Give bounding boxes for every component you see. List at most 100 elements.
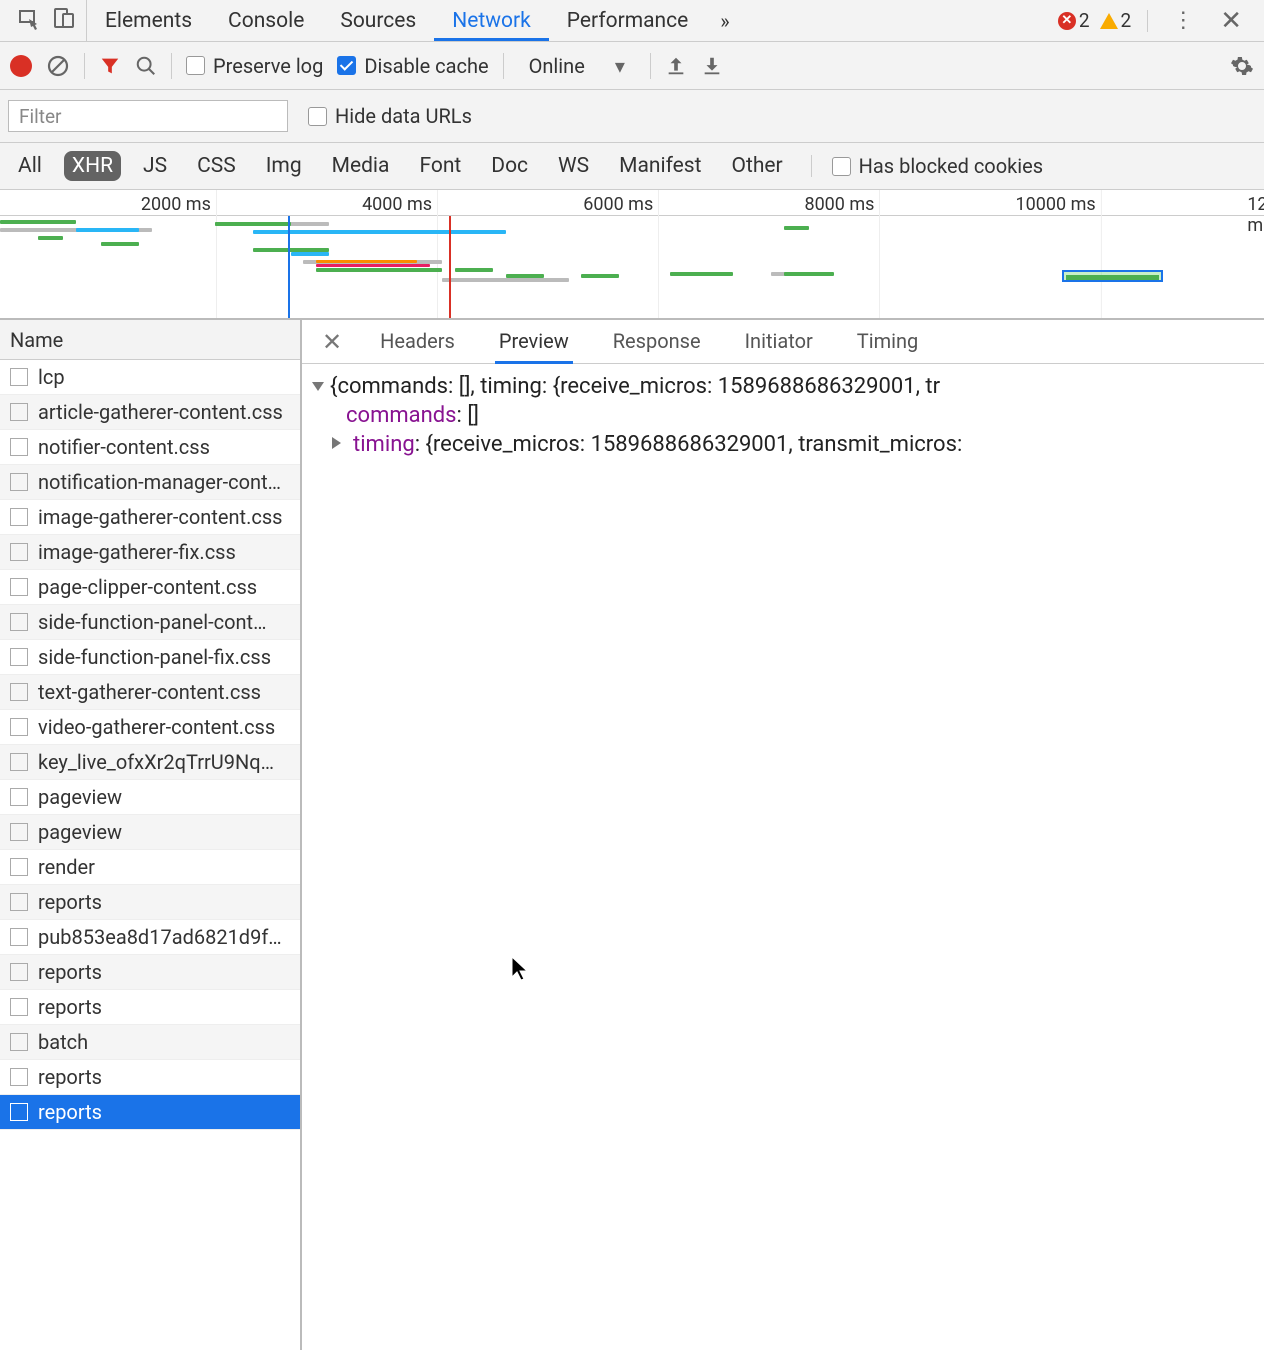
blocked-cookies-label: Has blocked cookies	[859, 154, 1043, 178]
type-filter-manifest[interactable]: Manifest	[611, 151, 709, 181]
detail-tab-preview[interactable]: Preview	[495, 319, 573, 364]
type-filter-ws[interactable]: WS	[550, 151, 597, 181]
throttle-value: Online	[529, 54, 585, 78]
type-filter-xhr[interactable]: XHR	[64, 151, 121, 181]
type-filter-css[interactable]: CSS	[189, 151, 244, 181]
request-row[interactable]: pageview	[0, 780, 300, 815]
request-row[interactable]: reports	[0, 955, 300, 990]
detail-tab-headers[interactable]: Headers	[376, 319, 459, 364]
detail-tab-initiator[interactable]: Initiator	[741, 319, 817, 364]
tabs-overflow-icon[interactable]: »	[706, 9, 743, 33]
type-filter-font[interactable]: Font	[411, 151, 469, 181]
request-list[interactable]: lcp article-gatherer-content.cssnotifier-…	[0, 360, 300, 1350]
detail-tab-response[interactable]: Response	[609, 319, 705, 364]
hide-data-urls-checkbox[interactable]: Hide data URLs	[308, 104, 472, 128]
filter-bar: Hide data URLs	[0, 90, 1264, 143]
file-icon	[10, 578, 28, 596]
preserve-log-checkbox[interactable]: Preserve log	[186, 54, 323, 78]
kebab-menu-icon[interactable]: ⋮	[1164, 8, 1202, 33]
device-toggle-icon[interactable]	[52, 6, 76, 35]
request-row[interactable]: lcp	[0, 360, 300, 395]
clear-icon[interactable]	[46, 54, 70, 78]
devtools-tabs-bar: ElementsConsoleSourcesNetworkPerformance…	[0, 0, 1264, 42]
file-icon	[10, 613, 28, 631]
timeline-tick: 6000 ms	[583, 194, 657, 215]
request-name: reports	[38, 890, 102, 914]
file-icon	[10, 893, 28, 911]
file-icon	[10, 683, 28, 701]
file-icon	[10, 403, 28, 421]
search-icon[interactable]	[135, 55, 157, 77]
request-name: image-gatherer-fix.css	[38, 540, 236, 564]
tab-network[interactable]: Network	[434, 0, 549, 41]
type-filter-all[interactable]: All	[10, 151, 50, 181]
file-icon	[10, 438, 28, 456]
request-row[interactable]: page-clipper-content.css	[0, 570, 300, 605]
disable-cache-checkbox[interactable]: Disable cache	[337, 54, 488, 78]
error-count-badge[interactable]: ✕2	[1058, 9, 1090, 32]
request-row[interactable]: pub853ea8d17ad6821d9f…	[0, 920, 300, 955]
filter-input[interactable]	[8, 100, 288, 132]
request-name: pageview	[38, 820, 122, 844]
type-filter-media[interactable]: Media	[324, 151, 398, 181]
tab-sources[interactable]: Sources	[322, 0, 434, 41]
request-row[interactable]: reports	[0, 885, 300, 920]
json-key: timing	[353, 432, 415, 457]
request-row[interactable]: notifier-content.css	[0, 430, 300, 465]
request-row[interactable]: image-gatherer-fix.css	[0, 535, 300, 570]
request-row[interactable]: render	[0, 850, 300, 885]
request-row[interactable]: article-gatherer-content.css	[0, 395, 300, 430]
request-name: batch	[38, 1030, 88, 1054]
request-row[interactable]: reports	[0, 990, 300, 1025]
request-name: lcp	[38, 365, 65, 389]
tab-elements[interactable]: Elements	[87, 0, 210, 41]
file-icon	[10, 508, 28, 526]
file-icon	[10, 1103, 28, 1121]
request-row[interactable]: video-gatherer-content.css	[0, 710, 300, 745]
request-row[interactable]: image-gatherer-content.css	[0, 500, 300, 535]
blocked-cookies-checkbox[interactable]: Has blocked cookies	[832, 154, 1043, 178]
waterfall-overview[interactable]: 2000 ms4000 ms6000 ms8000 ms10000 ms1200…	[0, 190, 1264, 320]
close-detail-icon[interactable]: ✕	[316, 328, 348, 356]
name-column-header[interactable]: Name	[0, 320, 300, 360]
throttle-select[interactable]: Online ▾	[518, 49, 636, 83]
chevron-down-icon: ▾	[615, 54, 625, 78]
request-name: video-gatherer-content.css	[38, 715, 275, 739]
settings-gear-icon[interactable]	[1230, 54, 1254, 78]
type-filter-other[interactable]: Other	[724, 151, 791, 181]
timeline-tick: 8000 ms	[804, 194, 878, 215]
request-row[interactable]: key_live_ofxXr2qTrrU9Nq…	[0, 745, 300, 780]
request-row[interactable]: reports	[0, 1095, 300, 1130]
upload-har-icon[interactable]	[665, 55, 687, 77]
request-row[interactable]: side-function-panel-fix.css	[0, 640, 300, 675]
file-icon	[10, 788, 28, 806]
type-filter-doc[interactable]: Doc	[483, 151, 536, 181]
file-icon	[10, 1033, 28, 1051]
inspect-icon[interactable]	[18, 6, 42, 35]
record-button[interactable]	[10, 55, 32, 77]
request-row[interactable]: notification-manager-cont…	[0, 465, 300, 500]
request-name: side-function-panel-cont…	[38, 610, 266, 634]
filter-icon[interactable]	[99, 55, 121, 77]
request-name: pageview	[38, 785, 122, 809]
tab-console[interactable]: Console	[210, 0, 322, 41]
detail-tabs: ✕ Headers Preview Response Initiator Timing	[302, 320, 1264, 364]
request-row[interactable]: text-gatherer-content.css	[0, 675, 300, 710]
warning-count-badge[interactable]: 2	[1100, 9, 1132, 32]
json-preview[interactable]: {commands: [], timing: {receive_micros: …	[302, 364, 1264, 467]
download-har-icon[interactable]	[701, 55, 723, 77]
tab-performance[interactable]: Performance	[549, 0, 706, 41]
type-filter-js[interactable]: JS	[135, 151, 175, 181]
request-row[interactable]: pageview	[0, 815, 300, 850]
request-name: reports	[38, 960, 102, 984]
warning-count: 2	[1121, 9, 1132, 32]
file-icon	[10, 543, 28, 561]
close-devtools-icon[interactable]: ✕	[1212, 6, 1250, 36]
detail-tab-timing[interactable]: Timing	[853, 319, 922, 364]
request-name: reports	[38, 1065, 102, 1089]
request-row[interactable]: reports	[0, 1060, 300, 1095]
type-filter-img[interactable]: Img	[258, 151, 310, 181]
request-row[interactable]: batch	[0, 1025, 300, 1060]
request-row[interactable]: side-function-panel-cont…	[0, 605, 300, 640]
file-icon	[10, 753, 28, 771]
